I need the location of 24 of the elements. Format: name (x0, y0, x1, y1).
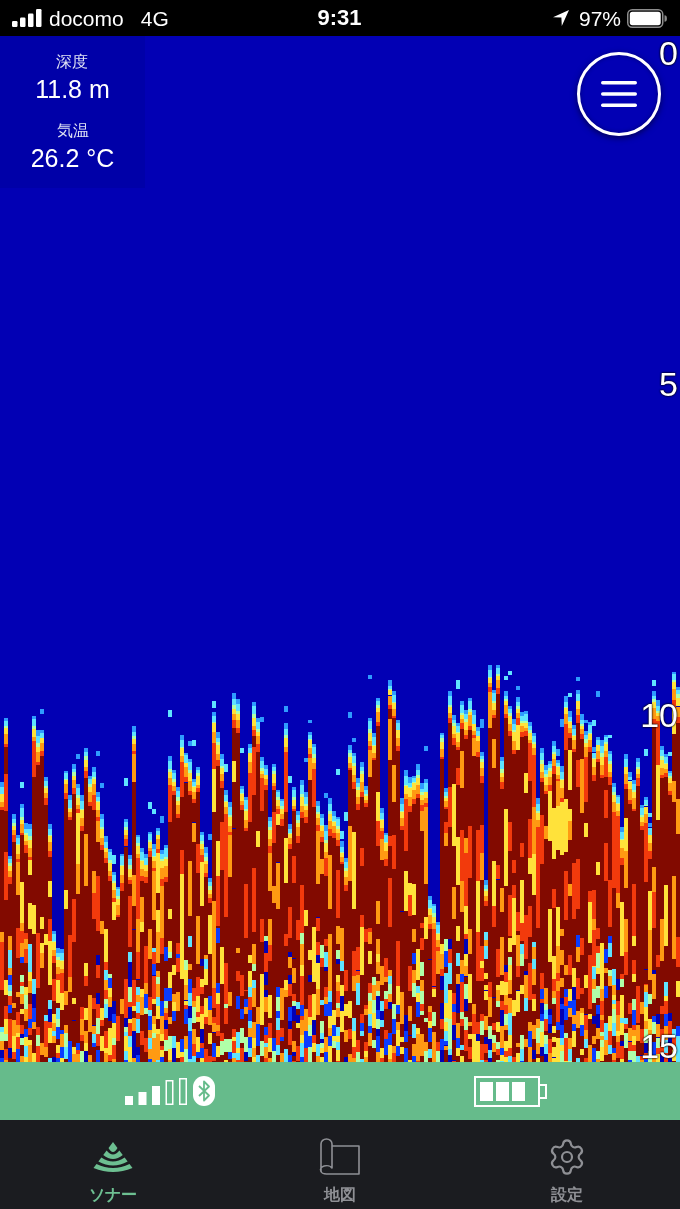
network-type: 4G (140, 7, 169, 29)
bluetooth-icon (193, 1076, 215, 1106)
battery-icon (473, 1075, 547, 1107)
depth-scale-label: 5 (659, 368, 678, 400)
clock-time: 9:31 (317, 7, 362, 29)
readout-value: 26.2 °C (30, 144, 115, 172)
carrier-name: docomo (49, 7, 124, 29)
depth-scale-label: 0 (659, 37, 678, 69)
battery-icon (627, 8, 667, 28)
depth-scale-label: 15 (640, 1030, 678, 1062)
location-arrow-icon (552, 10, 569, 26)
readout-value: 11.8 m (35, 75, 110, 103)
battery-percentage: 97% (578, 7, 621, 29)
readout-label: 気温 (56, 122, 89, 140)
tab[interactable]: 設定 (453, 1120, 680, 1209)
menu-button[interactable] (577, 52, 661, 136)
sonar-beam-icon (93, 1142, 134, 1172)
map-scroll-icon (319, 1138, 361, 1176)
readout-label: 深度 (56, 53, 89, 71)
tab[interactable]: ソナー (0, 1120, 227, 1209)
signal-strength-icon (125, 1077, 187, 1105)
signal-bars-icon (12, 9, 42, 27)
tab[interactable]: 地図 (226, 1120, 454, 1209)
menu-icon (601, 81, 637, 107)
